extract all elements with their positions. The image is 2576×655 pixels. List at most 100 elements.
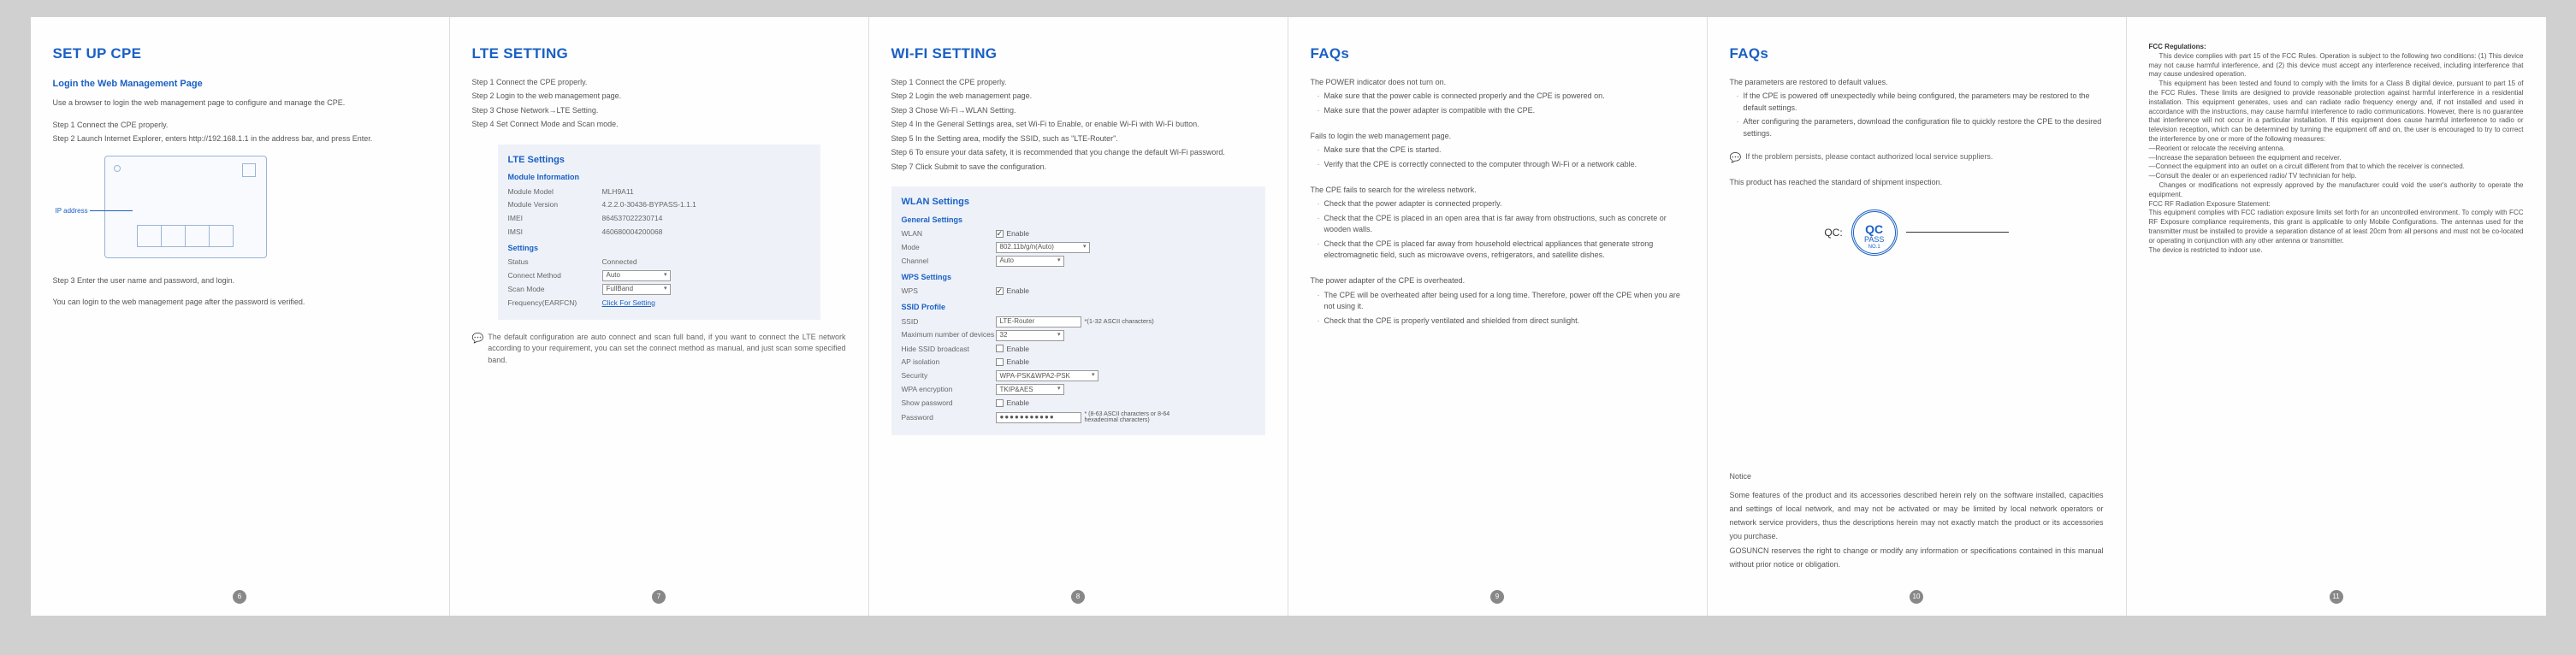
page-fcc: FCC Regulations: This device complies wi…	[2127, 17, 2546, 616]
shipment-text: This product has reached the standard of…	[1730, 177, 2104, 189]
field-label: Hide SSID broadcast	[902, 344, 996, 355]
faq-question: The parameters are restored to default v…	[1730, 77, 2104, 89]
page-faqs-2: FAQs The parameters are restored to defa…	[1708, 17, 2127, 616]
connect-method-select[interactable]: Auto	[602, 270, 671, 281]
field-label: Scan Mode	[508, 284, 602, 295]
page-number: 9	[1490, 590, 1504, 604]
step: Step 3 Chose Wi-Fi→WLAN Setting.	[891, 105, 1265, 117]
panel-title: WLAN Settings	[902, 195, 1255, 209]
checkbox-label: Enable	[1007, 344, 1029, 355]
checkbox-label: Enable	[1007, 228, 1029, 239]
step: Step 2 Launch Internet Explorer, enters …	[53, 133, 427, 145]
wlan-enable-checkbox[interactable]	[996, 230, 1004, 238]
field-label: Channel	[902, 256, 996, 267]
fcc-text: This device complies with part 15 of the…	[2149, 52, 2524, 80]
fcc-text: This equipment complies with FCC radiati…	[2149, 209, 2524, 255]
body-text: You can login to the web management page…	[53, 297, 427, 309]
panel-subtitle: Module Information	[508, 172, 810, 184]
hide-ssid-checkbox[interactable]	[996, 345, 1004, 352]
mode-select[interactable]: 802.11b/g/n(Auto)	[996, 242, 1090, 253]
field-label: Connect Method	[508, 270, 602, 281]
faq-answer: Check that the CPE is properly ventilate…	[1311, 316, 1685, 328]
checkbox-label: Enable	[1007, 357, 1029, 368]
fcc-measure: —Reorient or relocate the receiving ante…	[2149, 145, 2524, 154]
step: Step 1 Connect the CPE properly.	[472, 77, 846, 89]
field-label: Status	[508, 257, 602, 268]
qc-pass-stamp-icon: QC PASS NO.1	[1851, 209, 1898, 256]
faq-answer: Check that the CPE is placed in an open …	[1311, 213, 1685, 236]
field-label: WPS	[902, 286, 996, 297]
note-icon: 💬	[1730, 151, 1742, 166]
qc-label: QC:	[1824, 225, 1842, 240]
faq-answer: Verify that the CPE is correctly connect…	[1311, 159, 1685, 171]
section-title: Login the Web Management Page	[53, 77, 427, 91]
notice-text: Some features of the product and its acc…	[1730, 488, 2104, 571]
field-label: WLAN	[902, 228, 996, 239]
signature-line	[1906, 232, 2009, 233]
page-number: 11	[2330, 590, 2343, 604]
page-number: 8	[1071, 590, 1085, 604]
field-label: Module Model	[508, 186, 602, 198]
faq-answer: Make sure that the power cable is connec…	[1311, 91, 1685, 103]
frequency-link[interactable]: Click For Setting	[602, 298, 655, 309]
page-number: 7	[652, 590, 666, 604]
step: Step 2 Login to the web management page.	[472, 91, 846, 103]
page-title: FAQs	[1311, 43, 1685, 65]
step: Step 1 Connect the CPE properly.	[53, 120, 427, 132]
fcc-measure: —Connect the equipment into an outlet on…	[2149, 162, 2524, 172]
panel-subtitle: SSID Profile	[902, 302, 1255, 314]
wpa-encryption-select[interactable]: TKIP&AES	[996, 384, 1064, 395]
faq-question: The POWER indicator does not turn on.	[1311, 77, 1685, 89]
ap-isolation-checkbox[interactable]	[996, 358, 1004, 366]
page-number: 10	[1910, 590, 1923, 604]
channel-select[interactable]: Auto	[996, 256, 1064, 267]
field-label: IMEI	[508, 213, 602, 224]
faq-answer: After configuring the parameters, downlo…	[1730, 116, 2104, 139]
field-value: MLH9A11	[602, 186, 634, 198]
field-value: 4.2.2.0-30436-BYPASS-1.1.1	[602, 199, 696, 210]
faq-question: Fails to login the web management page.	[1311, 131, 1685, 143]
step: Step 1 Connect the CPE properly.	[891, 77, 1265, 89]
max-devices-select[interactable]: 32	[996, 330, 1064, 341]
panel-subtitle: General Settings	[902, 215, 1255, 227]
step: Step 4 Set Connect Mode and Scan mode.	[472, 119, 846, 131]
note-text: If the problem persists, please contact …	[1745, 151, 1993, 166]
password-input[interactable]: ●●●●●●●●●●●	[996, 412, 1081, 423]
ssid-input[interactable]: LTE-Router	[996, 316, 1081, 328]
field-label: AP isolation	[902, 357, 996, 368]
security-select[interactable]: WPA-PSK&WPA2-PSK	[996, 370, 1099, 381]
hint-text: *(1-32 ASCII characters)	[1085, 316, 1154, 326]
fcc-text: This equipment has been tested and found…	[2149, 80, 2524, 145]
hint-text: * (8-63 ASCII characters or 8-64 hexadec…	[1085, 411, 1187, 424]
notice-heading: Notice	[1730, 471, 2104, 483]
field-label: IMSI	[508, 227, 602, 238]
page-title: SET UP CPE	[53, 43, 427, 65]
scan-mode-select[interactable]: FullBand	[602, 284, 671, 295]
fcc-subheading: FCC RF Radiation Exposure Statement:	[2149, 200, 2524, 209]
step: Step 4 In the General Settings area, set…	[891, 119, 1265, 131]
page-wifi-setting: WI-FI SETTING Step 1 Connect the CPE pro…	[869, 17, 1288, 616]
field-value: Connected	[602, 257, 637, 268]
device-diagram: IP address	[53, 156, 427, 258]
checkbox-label: Enable	[1007, 286, 1029, 297]
intro-text: Use a browser to login the web managemen…	[53, 97, 427, 109]
field-label: Password	[902, 412, 996, 423]
panel-title: LTE Settings	[508, 153, 810, 168]
page-title: FAQs	[1730, 43, 2104, 65]
fcc-measure: —Increase the separation between the equ…	[2149, 154, 2524, 163]
checkbox-label: Enable	[1007, 398, 1029, 409]
step: Step 3 Enter the user name and password,…	[53, 275, 427, 287]
field-label: Show password	[902, 398, 996, 409]
field-label: Mode	[902, 242, 996, 253]
show-password-checkbox[interactable]	[996, 399, 1004, 407]
wps-enable-checkbox[interactable]	[996, 287, 1004, 295]
page-title: WI-FI SETTING	[891, 43, 1265, 65]
ip-address-label: IP address	[56, 206, 88, 216]
lte-settings-panel: LTE Settings Module Information Module M…	[498, 145, 820, 320]
page-faqs-1: FAQs The POWER indicator does not turn o…	[1288, 17, 1708, 616]
faq-question: The CPE fails to search for the wireless…	[1311, 185, 1685, 197]
page-title: LTE SETTING	[472, 43, 846, 65]
faq-answer: The CPE will be overheated after being u…	[1311, 290, 1685, 313]
page-number: 6	[233, 590, 246, 604]
field-value: 460680004200068	[602, 227, 663, 238]
